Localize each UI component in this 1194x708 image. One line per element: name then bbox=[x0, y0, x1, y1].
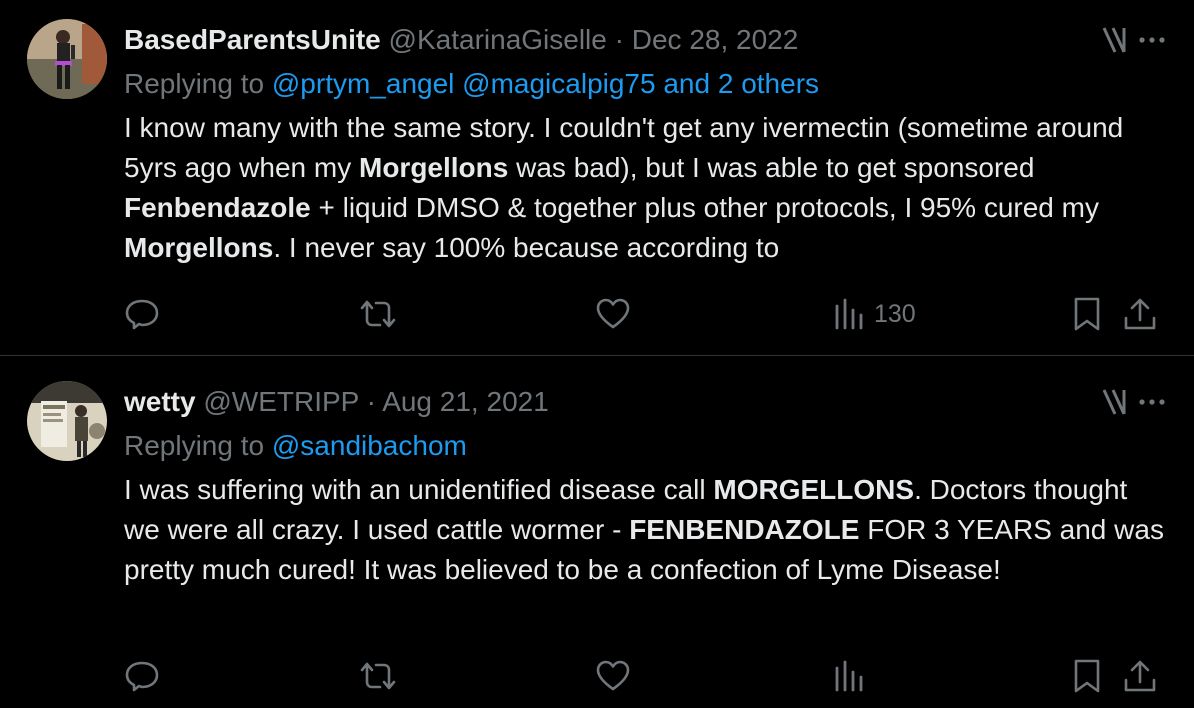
more-icon[interactable] bbox=[1136, 24, 1168, 61]
tweet-text-part: was bad), but I was able to get sponsore… bbox=[508, 152, 1035, 183]
views-button[interactable] bbox=[832, 656, 874, 696]
tweet[interactable]: wetty @WETRIPP · Aug 21, 2021 Replying t… bbox=[0, 356, 1194, 708]
bookmark-button[interactable] bbox=[1070, 656, 1104, 696]
mention-links[interactable]: @sandibachom bbox=[272, 430, 467, 461]
retweet-button[interactable] bbox=[358, 294, 398, 334]
like-icon bbox=[595, 296, 631, 332]
share-icon bbox=[1122, 658, 1158, 694]
tweet-text-bold: FENBENDAZOLE bbox=[629, 514, 860, 545]
user-handle[interactable]: @WETRIPP bbox=[203, 386, 358, 417]
action-bar: 130 bbox=[0, 294, 1194, 334]
replying-to-label: Replying to bbox=[124, 68, 272, 99]
tweet-text-part: + liquid DMSO & together plus other prot… bbox=[310, 192, 1099, 223]
display-name[interactable]: wetty bbox=[124, 386, 196, 417]
reply-button[interactable] bbox=[124, 294, 160, 334]
view-count: 130 bbox=[874, 299, 916, 328]
separator: · bbox=[614, 24, 624, 55]
tweet-text: I know many with the same story. I could… bbox=[124, 108, 1164, 268]
tweet-top-icons bbox=[1100, 386, 1168, 423]
retweet-icon bbox=[358, 658, 398, 694]
tweet-text-bold: MORGELLONS bbox=[713, 474, 915, 505]
reply-button[interactable] bbox=[124, 656, 160, 696]
views-button[interactable]: 130 bbox=[832, 294, 916, 334]
share-icon bbox=[1122, 296, 1158, 332]
share-button[interactable] bbox=[1122, 656, 1158, 696]
user-handle[interactable]: @KatarinaGiselle bbox=[389, 24, 607, 55]
bookmark-button[interactable] bbox=[1070, 294, 1104, 334]
like-button[interactable] bbox=[595, 656, 631, 696]
tweet-date[interactable]: Aug 21, 2021 bbox=[382, 386, 549, 417]
tweet-text-part: . I never say 100% because according to bbox=[273, 232, 780, 263]
tweet-header: wetty @WETRIPP · Aug 21, 2021 bbox=[124, 383, 549, 421]
xai-grok-icon[interactable] bbox=[1100, 24, 1132, 61]
retweet-icon bbox=[358, 296, 398, 332]
tweet-top-icons bbox=[1100, 24, 1168, 61]
tweet[interactable]: BasedParentsUnite @KatarinaGiselle · Dec… bbox=[0, 0, 1194, 355]
retweet-button[interactable] bbox=[358, 656, 398, 696]
avatar[interactable] bbox=[27, 19, 107, 99]
reply-icon bbox=[124, 658, 160, 694]
views-icon bbox=[832, 296, 866, 332]
tweet-text-bold: Fenbendazole bbox=[124, 192, 311, 223]
xai-grok-icon[interactable] bbox=[1100, 386, 1132, 423]
tweet-date[interactable]: Dec 28, 2022 bbox=[632, 24, 799, 55]
tweet-text-bold: Morgellons bbox=[359, 152, 509, 183]
views-icon bbox=[832, 658, 866, 694]
replying-to: Replying to @prtym_angel @magicalpig75 a… bbox=[124, 65, 819, 103]
tweet-header: BasedParentsUnite @KatarinaGiselle · Dec… bbox=[124, 21, 798, 59]
bookmark-icon bbox=[1070, 296, 1104, 332]
action-bar bbox=[0, 656, 1194, 696]
tweet-text: I was suffering with an unidentified dis… bbox=[124, 470, 1164, 590]
share-button[interactable] bbox=[1122, 294, 1158, 334]
tweet-text-bold: Morgellons bbox=[124, 232, 274, 263]
like-button[interactable] bbox=[595, 294, 631, 334]
avatar[interactable] bbox=[27, 381, 107, 461]
reply-icon bbox=[124, 296, 160, 332]
bookmark-icon bbox=[1070, 658, 1104, 694]
mention-links[interactable]: @prtym_angel @magicalpig75 and 2 others bbox=[272, 68, 819, 99]
tweet-text-part: I was suffering with an unidentified dis… bbox=[124, 474, 714, 505]
display-name[interactable]: BasedParentsUnite bbox=[124, 24, 381, 55]
replying-to: Replying to @sandibachom bbox=[124, 427, 467, 465]
more-icon[interactable] bbox=[1136, 386, 1168, 423]
reply-feed: BasedParentsUnite @KatarinaGiselle · Dec… bbox=[0, 0, 1194, 708]
separator: · bbox=[366, 386, 376, 417]
replying-to-label: Replying to bbox=[124, 430, 272, 461]
like-icon bbox=[595, 658, 631, 694]
